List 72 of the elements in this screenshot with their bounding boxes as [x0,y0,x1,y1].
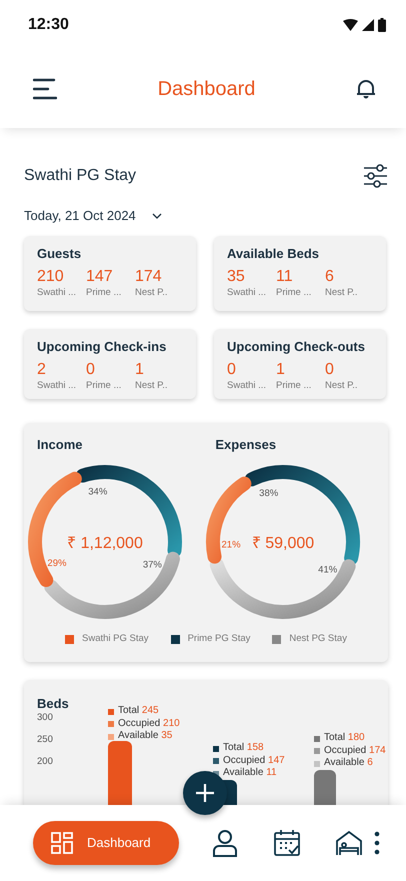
stat-value: 2 [37,360,47,380]
stat-value: 0 [86,360,96,380]
calendar-icon[interactable] [273,829,301,857]
percent-label: 34% [88,486,108,498]
stat-label: Prime ... [276,286,312,300]
wifi-icon [343,19,358,31]
stat-label: Nest P.. [325,286,359,300]
percent-label: 37% [142,559,162,570]
legend-entry: Total 245 [118,705,159,718]
dashboard-icon [51,832,73,854]
more-icon[interactable] [374,831,380,855]
date-selector[interactable]: Today, 21 Oct 2024 [24,206,136,226]
legend-entry: Occupied 147 [223,754,285,768]
legend-entry: Occupied 210 [118,718,180,730]
axis-label: 200 [37,755,53,770]
stat-label: Nest P.. [135,379,169,394]
stat-label: Nest P.. [135,286,169,300]
axis-label: 250 [37,733,53,748]
stat-label: Swathi ... [227,379,268,394]
stat-value: 0 [227,360,237,380]
stat-label: Prime ... [86,286,122,300]
legend-label: Swathi PG Stay [82,632,149,646]
battery-icon [378,18,386,32]
percent-label: 38% [260,488,279,500]
stat-label: Prime ... [276,379,312,394]
stat-label: Swathi ... [227,286,268,300]
status-time: 12:30 [28,15,69,35]
stat-label: Swathi ... [37,286,78,300]
stat-value: 0 [325,360,335,380]
stat-title: Upcoming Check-outs [227,338,366,356]
chart-title: Beds [37,695,69,713]
stat-title: Available Beds [227,244,320,262]
legend-entry: Total 158 [223,742,264,755]
stat-label: Nest P.. [325,379,359,394]
chevron-down-icon[interactable] [152,212,162,219]
stat-title: Guests [37,244,82,262]
menu-icon[interactable] [33,78,57,100]
legend-label: Nest PG Stay [289,632,347,646]
legend-entry: Total 180 [324,732,365,745]
stat-value: 147 [86,267,114,286]
percent-label: 29% [47,558,66,569]
axis-label: 300 [37,711,53,726]
stat-label: Swathi ... [37,379,78,394]
page-title: Dashboard [158,77,256,101]
legend-entry: Available 6 [324,757,373,770]
stat-value: 1 [135,360,145,380]
stat-value: 6 [325,267,335,286]
stat-value: 1 [276,360,286,380]
stat-label: Prime ... [86,379,122,394]
stat-value: 35 [227,267,246,286]
plus-icon [195,783,215,803]
legend-entry: Available 35 [118,730,172,743]
stat-value: 174 [135,267,163,286]
percent-label: 41% [318,564,338,576]
total-amount: ₹ 59,000 [252,535,315,552]
stat-title: Upcoming Check-ins [37,338,168,356]
stat-value: 210 [37,267,65,286]
house-bed-icon[interactable] [335,829,363,857]
percent-label: 21% [222,539,241,550]
chart-title: Expenses [215,436,278,454]
notification-bell-icon[interactable] [356,78,376,100]
legend-label: Prime PG Stay [188,632,250,646]
person-icon[interactable] [211,829,239,857]
property-name: Swathi PG Stay [24,166,136,186]
chart-title: Income [37,436,84,454]
nav-tab[interactable]: Dashboard [33,821,179,865]
total-amount: ₹ 1,12,000 [67,535,143,552]
filter-icon[interactable] [363,164,388,188]
signal-icon [362,19,374,31]
legend-entry: Available 11 [223,767,277,780]
stat-value: 11 [276,267,294,286]
legend-entry: Occupied 174 [324,744,386,758]
